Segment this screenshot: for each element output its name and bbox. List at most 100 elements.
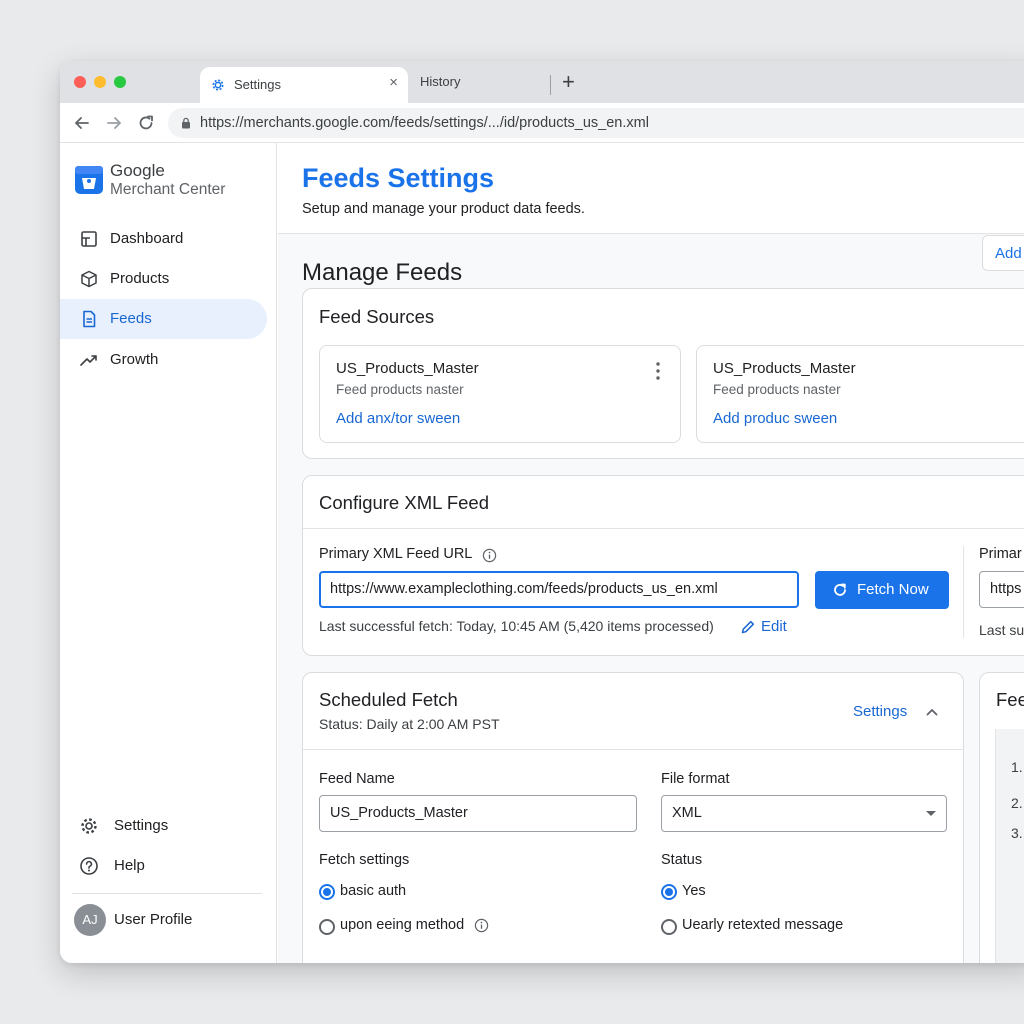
feed-side-card: Fee 1. 2. 3.	[979, 672, 1024, 963]
secondary-url-label: Primar	[979, 546, 1022, 562]
chevron-up-icon[interactable]	[925, 705, 939, 719]
gear-icon	[212, 79, 224, 91]
trending-up-icon	[80, 355, 97, 366]
brand-product: Merchant Center	[110, 181, 226, 198]
tab-settings[interactable]: Settings ×	[200, 67, 408, 103]
document-icon	[83, 310, 96, 328]
browser-window: Settings × History + https://merchants.g…	[60, 61, 1024, 963]
card-divider	[303, 749, 963, 750]
feed-source-link[interactable]: Add anx/tor sween	[336, 410, 460, 427]
page-header: Feeds Settings Setup and manage your pro…	[278, 143, 1024, 234]
feed-source-description: Feed products naster	[336, 382, 464, 397]
gear-icon	[81, 818, 97, 834]
sidebar-item-label: Dashboard	[110, 230, 184, 247]
sidebar-item-growth[interactable]: Growth	[60, 340, 267, 380]
file-format-value: XML	[672, 805, 702, 821]
feed-side-title: Fee	[996, 689, 1024, 710]
feed-source-link[interactable]: Add produc sween	[713, 410, 837, 427]
sidebar-item-help[interactable]: Help	[60, 846, 267, 886]
column-divider	[963, 546, 964, 638]
tab-strip: Settings × History +	[60, 61, 1024, 103]
address-bar[interactable]: https://merchants.google.com/feeds/setti…	[168, 108, 1024, 138]
close-window-button[interactable]	[74, 76, 86, 88]
radio-label: basic auth	[340, 883, 407, 899]
fetch-now-label: Fetch Now	[857, 581, 929, 598]
sidebar-item-label: Settings	[114, 817, 169, 834]
feed-source-description: Feed products naster	[713, 382, 841, 397]
radio-fetch-method[interactable]	[319, 919, 335, 935]
feed-sources-title: Feed Sources	[319, 306, 435, 327]
sidebar-item-label: Feeds	[110, 310, 152, 327]
secondary-last-fetch: Last su	[979, 622, 1024, 638]
list-item: 1.	[1011, 759, 1023, 775]
radio-label: Yes	[682, 883, 706, 899]
file-format-label: File format	[661, 771, 730, 787]
user-profile-link[interactable]: User Profile	[114, 911, 192, 928]
feed-sources-card: Feed Sources US_Products_Master Feed pro…	[302, 288, 1024, 459]
box-icon	[81, 270, 97, 288]
chevron-down-icon	[926, 811, 936, 816]
avatar[interactable]: AJ	[74, 904, 106, 936]
file-format-select[interactable]: XML	[661, 795, 947, 832]
page-subtitle: Setup and manage your product data feeds…	[302, 201, 585, 217]
reload-icon[interactable]	[136, 113, 156, 133]
maximize-window-button[interactable]	[114, 76, 126, 88]
radio-label: Uearly retexted message	[682, 917, 844, 933]
pencil-icon[interactable]	[740, 619, 756, 635]
sidebar-item-label: Products	[110, 270, 170, 287]
sidebar-item-label: Help	[114, 857, 145, 874]
secondary-url-input[interactable]: https	[979, 571, 1024, 608]
new-tab-button[interactable]: +	[562, 70, 575, 94]
feed-name-input[interactable]: US_Products_Master	[319, 795, 637, 832]
fetch-now-button[interactable]: Fetch Now	[815, 571, 949, 609]
sidebar-item-settings[interactable]: Settings	[60, 806, 267, 846]
feed-side-list: 1. 2. 3.	[995, 729, 1024, 963]
list-item: 3.	[1011, 825, 1023, 841]
last-fetch-status: Last successful fetch: Today, 10:45 AM (…	[319, 618, 714, 634]
info-icon[interactable]	[474, 918, 489, 933]
primary-xml-feed-url-input[interactable]: https://www.exampleclothing.com/feeds/pr…	[319, 571, 799, 608]
feed-source-card[interactable]: US_Products_Master Feed products naster …	[696, 345, 1024, 443]
sidebar-item-products[interactable]: Products	[60, 259, 267, 299]
close-icon[interactable]: ×	[389, 74, 398, 91]
merchant-center-logo	[75, 166, 103, 194]
page-title: Feeds Settings	[302, 163, 495, 193]
minimize-window-button[interactable]	[94, 76, 106, 88]
fetch-settings-label: Fetch settings	[319, 852, 410, 868]
card-divider	[303, 528, 1024, 529]
add-feed-label: Add	[995, 245, 1022, 262]
tab-title: Settings	[234, 77, 281, 92]
back-arrow-icon[interactable]	[72, 113, 92, 133]
browser-toolbar: https://merchants.google.com/feeds/setti…	[60, 103, 1024, 143]
sidebar-item-label: Growth	[110, 351, 159, 368]
tab-history[interactable]: History	[420, 74, 460, 89]
sidebar-item-feeds[interactable]: Feeds	[60, 299, 267, 339]
sidebar: Google Merchant Center Dashboard Product…	[60, 143, 277, 963]
add-feed-button[interactable]: Add	[982, 235, 1024, 271]
scheduled-fetch-status: Status: Daily at 2:00 AM PST	[319, 716, 500, 732]
scheduled-settings-link[interactable]: Settings	[853, 703, 907, 720]
radio-label: upon eeing method	[340, 917, 465, 933]
forward-arrow-icon[interactable]	[104, 113, 124, 133]
feed-name-label: Feed Name	[319, 771, 395, 787]
lock-icon	[182, 117, 190, 129]
radio-basic-auth[interactable]	[319, 884, 335, 900]
edit-link[interactable]: Edit	[761, 618, 787, 635]
feed-source-name: US_Products_Master	[713, 360, 856, 377]
info-icon[interactable]	[482, 548, 497, 563]
configure-xml-feed-title: Configure XML Feed	[319, 492, 490, 513]
status-label: Status	[661, 852, 703, 868]
primary-xml-feed-url-label: Primary XML Feed URL	[319, 546, 473, 562]
scheduled-fetch-card: Scheduled Fetch Status: Daily at 2:00 AM…	[302, 672, 964, 963]
feed-source-card[interactable]: US_Products_Master Feed products naster …	[319, 345, 681, 443]
brand-name: Google	[110, 161, 165, 180]
help-icon	[80, 857, 98, 875]
radio-status-yes[interactable]	[661, 884, 677, 900]
dashboard-icon	[81, 231, 97, 247]
sidebar-item-dashboard[interactable]: Dashboard	[60, 219, 267, 259]
manage-feeds-heading: Manage Feeds	[302, 259, 463, 286]
configure-xml-feed-card: Configure XML Feed Primary XML Feed URL …	[302, 475, 1024, 656]
radio-status-other[interactable]	[661, 919, 677, 935]
more-vert-icon[interactable]	[656, 362, 660, 380]
url-text: https://merchants.google.com/feeds/setti…	[200, 115, 649, 131]
